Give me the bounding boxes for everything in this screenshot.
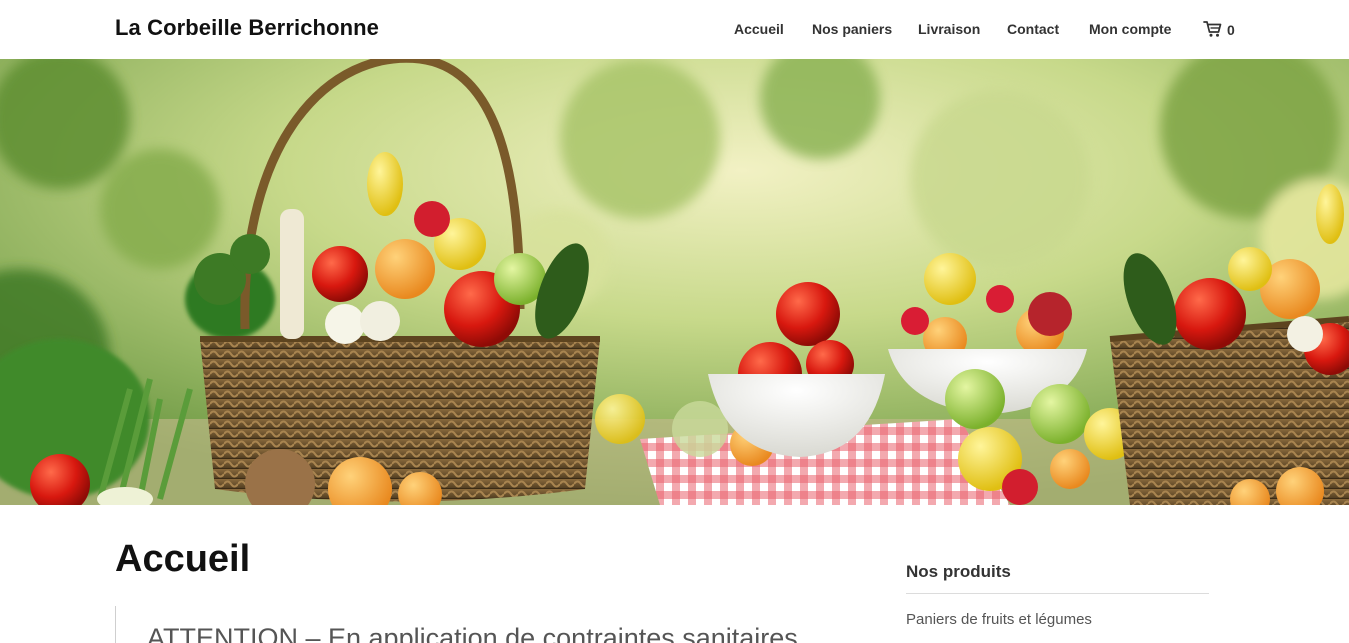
nav-livraison[interactable]: Livraison	[918, 21, 980, 37]
sidebar-link-paniers-fruits-legumes[interactable]: Paniers de fruits et légumes	[906, 611, 1209, 628]
nav-mon-compte[interactable]: Mon compte	[1089, 21, 1171, 37]
nav-nos-paniers[interactable]: Nos paniers	[812, 21, 892, 37]
nav-accueil[interactable]: Accueil	[734, 21, 784, 37]
cart-button[interactable]: 0	[1203, 19, 1235, 38]
sidebar-title: Nos produits	[906, 562, 1209, 594]
notice-text: ATTENTION – En application de contrainte…	[147, 623, 798, 643]
hero-illustration	[0, 59, 1349, 505]
site-header: La Corbeille Berrichonne Accueil Nos pan…	[0, 0, 1349, 59]
notice-blockquote: ATTENTION – En application de contrainte…	[115, 606, 815, 643]
cart-icon	[1203, 20, 1222, 37]
hero-image	[0, 59, 1349, 505]
nav-contact[interactable]: Contact	[1007, 21, 1059, 37]
main-navigation: Accueil Nos paniers Livraison Contact Mo…	[0, 21, 1349, 41]
page-title: Accueil	[115, 538, 251, 580]
cart-count: 0	[1227, 22, 1235, 38]
sidebar-products: Nos produits Paniers de fruits et légume…	[906, 562, 1209, 628]
